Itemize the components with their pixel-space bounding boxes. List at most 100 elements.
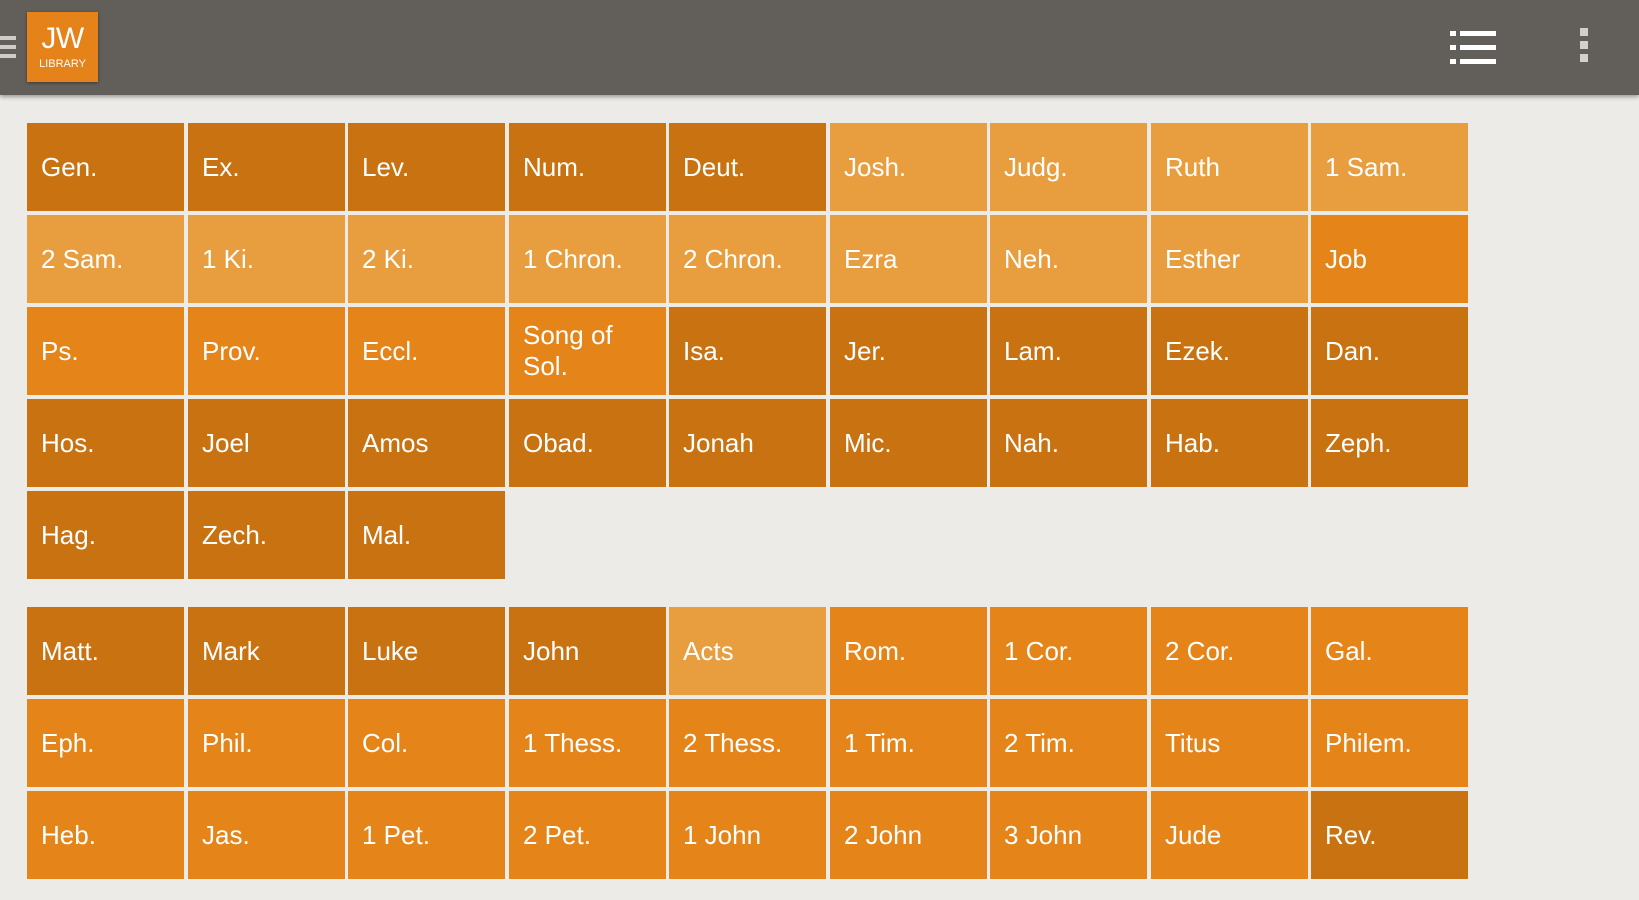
book-tile-amos[interactable]: Amos: [348, 399, 505, 487]
book-tile-num[interactable]: Num.: [509, 123, 666, 211]
book-tile-1-ki[interactable]: 1 Ki.: [188, 215, 345, 303]
book-tile-obad[interactable]: Obad.: [509, 399, 666, 487]
book-tile-ex[interactable]: Ex.: [188, 123, 345, 211]
book-tile-label: John: [523, 635, 580, 666]
book-tile-rom[interactable]: Rom.: [830, 607, 987, 695]
book-tile-josh[interactable]: Josh.: [830, 123, 987, 211]
book-tile-esther[interactable]: Esther: [1151, 215, 1308, 303]
book-tile-hab[interactable]: Hab.: [1151, 399, 1308, 487]
book-tile-ruth[interactable]: Ruth: [1151, 123, 1308, 211]
book-tile-2-cor[interactable]: 2 Cor.: [1151, 607, 1308, 695]
book-tile-label: Amos: [362, 427, 429, 458]
book-tile-label: Rev.: [1325, 819, 1377, 850]
book-tile-dan[interactable]: Dan.: [1311, 307, 1468, 395]
book-tile-label: Acts: [683, 635, 734, 666]
book-tile-philem[interactable]: Philem.: [1311, 699, 1468, 787]
book-tile-label: Song of Sol.: [523, 320, 613, 381]
book-tile-2-tim[interactable]: 2 Tim.: [990, 699, 1147, 787]
book-tile-2-pet[interactable]: 2 Pet.: [509, 791, 666, 879]
book-tile-neh[interactable]: Neh.: [990, 215, 1147, 303]
book-tile-mic[interactable]: Mic.: [830, 399, 987, 487]
book-tile-label: Lev.: [362, 151, 410, 182]
book-tile-song-of-sol[interactable]: Song of Sol.: [509, 307, 666, 395]
book-tile-label: Esther: [1165, 243, 1241, 274]
book-tile-label: Job: [1325, 243, 1367, 274]
book-tile-label: Deut.: [683, 151, 746, 182]
book-tile-3-john[interactable]: 3 John: [990, 791, 1147, 879]
book-tile-jonah[interactable]: Jonah: [669, 399, 826, 487]
book-tile-2-john[interactable]: 2 John: [830, 791, 987, 879]
book-tile-1-thess[interactable]: 1 Thess.: [509, 699, 666, 787]
book-tile-2-thess[interactable]: 2 Thess.: [669, 699, 826, 787]
book-tile-label: 2 Tim.: [1004, 727, 1075, 758]
book-tile-gal[interactable]: Gal.: [1311, 607, 1468, 695]
book-tile-label: Phil.: [202, 727, 253, 758]
overflow-menu-icon[interactable]: [1578, 28, 1590, 68]
book-tile-1-pet[interactable]: 1 Pet.: [348, 791, 505, 879]
book-tile-jude[interactable]: Jude: [1151, 791, 1308, 879]
book-tile-matt[interactable]: Matt.: [27, 607, 184, 695]
book-tile-label: Judg.: [1004, 151, 1068, 182]
book-tile-phil[interactable]: Phil.: [188, 699, 345, 787]
book-tile-luke[interactable]: Luke: [348, 607, 505, 695]
book-tile-jas[interactable]: Jas.: [188, 791, 345, 879]
book-tile-label: 1 Sam.: [1325, 151, 1408, 182]
book-tile-joel[interactable]: Joel: [188, 399, 345, 487]
book-tile-ps[interactable]: Ps.: [27, 307, 184, 395]
book-tile-isa[interactable]: Isa.: [669, 307, 826, 395]
book-tile-2-sam[interactable]: 2 Sam.: [27, 215, 184, 303]
book-tile-label: Eph.: [41, 727, 95, 758]
book-tile-nah[interactable]: Nah.: [990, 399, 1147, 487]
book-tile-label: Neh.: [1004, 243, 1059, 274]
book-tile-lam[interactable]: Lam.: [990, 307, 1147, 395]
book-tile-label: Ezek.: [1165, 335, 1231, 366]
book-tile-label: 2 Sam.: [41, 243, 124, 274]
book-tile-label: 2 Chron.: [683, 243, 783, 274]
book-tile-zech[interactable]: Zech.: [188, 491, 345, 579]
book-tile-label: Isa.: [683, 335, 725, 366]
book-tile-1-tim[interactable]: 1 Tim.: [830, 699, 987, 787]
book-tile-titus[interactable]: Titus: [1151, 699, 1308, 787]
book-tile-mal[interactable]: Mal.: [348, 491, 505, 579]
book-tile-label: Philem.: [1325, 727, 1412, 758]
jw-library-logo[interactable]: JW LIBRARY: [27, 12, 98, 82]
book-tile-ezra[interactable]: Ezra: [830, 215, 987, 303]
drawer-menu-icon[interactable]: [0, 36, 16, 62]
book-tile-zeph[interactable]: Zeph.: [1311, 399, 1468, 487]
book-tile-label: Zech.: [202, 519, 268, 550]
app-bar: JW LIBRARY: [0, 0, 1639, 95]
book-tile-eph[interactable]: Eph.: [27, 699, 184, 787]
book-tile-label: Ps.: [41, 335, 79, 366]
book-tile-gen[interactable]: Gen.: [27, 123, 184, 211]
book-tile-heb[interactable]: Heb.: [27, 791, 184, 879]
book-tile-hos[interactable]: Hos.: [27, 399, 184, 487]
book-tile-job[interactable]: Job: [1311, 215, 1468, 303]
list-view-icon[interactable]: [1450, 31, 1496, 65]
book-tile-rev[interactable]: Rev.: [1311, 791, 1468, 879]
book-tile-lev[interactable]: Lev.: [348, 123, 505, 211]
book-tile-label: Zeph.: [1325, 427, 1392, 458]
book-tile-1-chron[interactable]: 1 Chron.: [509, 215, 666, 303]
book-tile-label: Col.: [362, 727, 409, 758]
book-tile-label: Ezra: [844, 243, 898, 274]
book-tile-label: 2 Pet.: [523, 819, 591, 850]
book-tile-judg[interactable]: Judg.: [990, 123, 1147, 211]
book-tile-label: Josh.: [844, 151, 907, 182]
book-tile-prov[interactable]: Prov.: [188, 307, 345, 395]
book-tile-jer[interactable]: Jer.: [830, 307, 987, 395]
book-tile-2-ki[interactable]: 2 Ki.: [348, 215, 505, 303]
book-tile-ezek[interactable]: Ezek.: [1151, 307, 1308, 395]
book-tile-deut[interactable]: Deut.: [669, 123, 826, 211]
book-tile-mark[interactable]: Mark: [188, 607, 345, 695]
book-tile-eccl[interactable]: Eccl.: [348, 307, 505, 395]
book-tile-label: 3 John: [1004, 819, 1083, 850]
book-tile-label: 1 Chron.: [523, 243, 623, 274]
book-tile-col[interactable]: Col.: [348, 699, 505, 787]
book-tile-hag[interactable]: Hag.: [27, 491, 184, 579]
book-tile-john[interactable]: John: [509, 607, 666, 695]
book-tile-2-chron[interactable]: 2 Chron.: [669, 215, 826, 303]
book-tile-1-cor[interactable]: 1 Cor.: [990, 607, 1147, 695]
book-tile-1-sam[interactable]: 1 Sam.: [1311, 123, 1468, 211]
book-tile-1-john[interactable]: 1 John: [669, 791, 826, 879]
book-tile-acts[interactable]: Acts: [669, 607, 826, 695]
